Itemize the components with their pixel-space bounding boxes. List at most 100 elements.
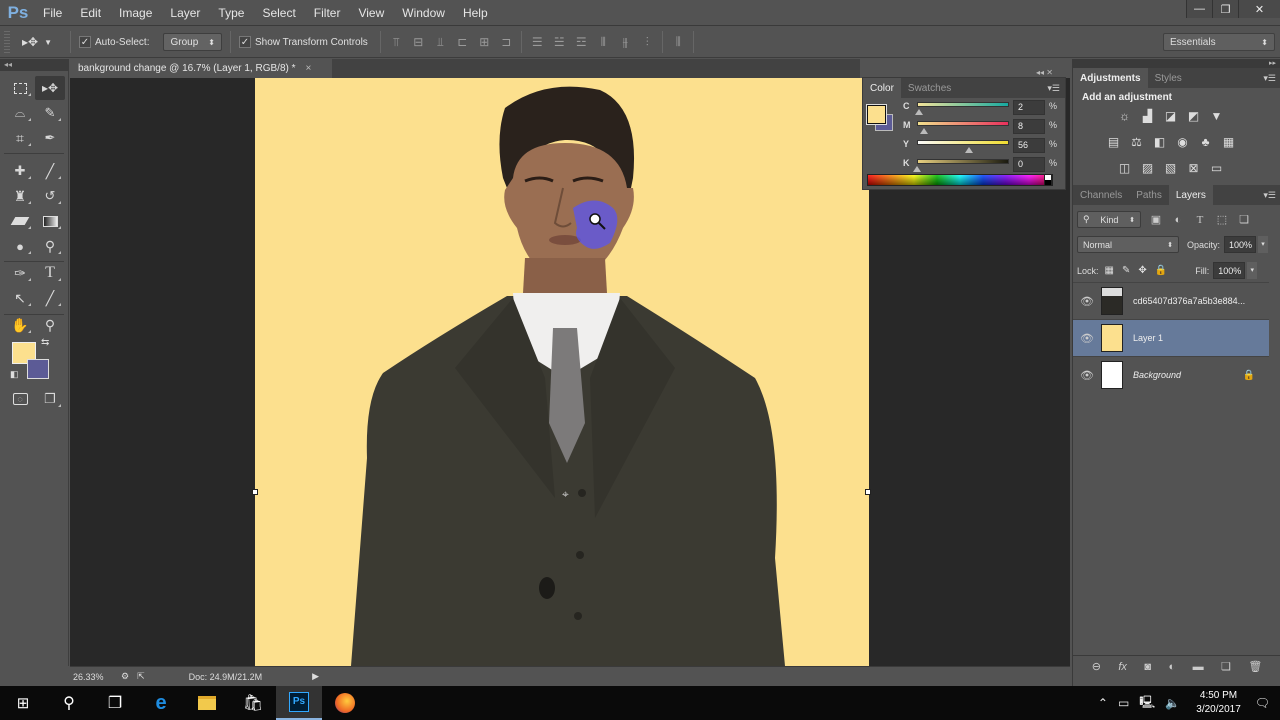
gradient-map-icon[interactable]: ▭ xyxy=(1209,160,1224,175)
rectangular-marquee-tool[interactable] xyxy=(5,76,35,100)
menu-help[interactable]: Help xyxy=(454,6,497,20)
zoom-level[interactable]: 26.33% xyxy=(73,672,119,682)
dodge-tool[interactable]: ⚲ xyxy=(35,234,65,258)
panel-foreground-swatch[interactable] xyxy=(866,104,887,125)
opacity-input[interactable]: 100% xyxy=(1224,236,1257,253)
type-tool[interactable]: T xyxy=(35,261,65,285)
status-menu-arrow[interactable]: ▶ xyxy=(312,671,319,682)
close-button[interactable]: ✕ xyxy=(1238,0,1280,18)
menu-file[interactable]: File xyxy=(34,6,71,20)
channel-slider-track[interactable] xyxy=(917,102,1009,107)
tools-panel-collapse[interactable]: ◂◂ xyxy=(0,59,69,71)
posterize-icon[interactable]: ▨ xyxy=(1140,160,1155,175)
black-white-picker[interactable] xyxy=(1044,174,1052,186)
line-tool[interactable]: ╱ xyxy=(35,286,65,310)
quick-mask-button[interactable]: ◌ xyxy=(5,387,35,411)
levels-icon[interactable]: ▟ xyxy=(1140,108,1155,123)
history-brush-tool[interactable]: ↺ xyxy=(35,184,65,208)
visibility-eye-icon[interactable]: 👁 xyxy=(1073,369,1101,382)
show-hidden-icons[interactable]: ⌃ xyxy=(1098,696,1108,710)
distribute-left-icon[interactable]: ⫴ xyxy=(596,35,610,49)
clone-stamp-tool[interactable]: ♜ xyxy=(5,184,35,208)
lock-transparent-icon[interactable]: ▦ xyxy=(1105,265,1114,276)
color-lookup-icon[interactable]: ▦ xyxy=(1221,134,1236,149)
channel-slider-thumb[interactable] xyxy=(920,128,929,134)
tool-preset-picker[interactable]: ▸✥ ▼ xyxy=(22,35,62,49)
layer-row[interactable]: 👁 Layer 1 xyxy=(1073,319,1269,356)
mask-icon[interactable]: ◙ xyxy=(1144,661,1151,673)
auto-select-mode-dropdown[interactable]: Group ⬍ xyxy=(163,33,222,51)
black-white-icon[interactable]: ◧ xyxy=(1152,134,1167,149)
blend-mode-dropdown[interactable]: Normal ⬍ xyxy=(1077,236,1179,253)
menu-layer[interactable]: Layer xyxy=(161,6,209,20)
channel-slider-track[interactable] xyxy=(917,140,1009,145)
lock-image-icon[interactable]: ✎ xyxy=(1122,265,1130,276)
tab-channels[interactable]: Channels xyxy=(1073,185,1129,205)
crop-tool[interactable]: ⌗ xyxy=(5,126,35,150)
align-top-edges-icon[interactable]: ⫪ xyxy=(389,35,403,49)
status-options-icon[interactable]: ⚙ xyxy=(121,671,129,682)
filter-adjustment-icon[interactable]: ◐ xyxy=(1171,213,1185,227)
photo-filter-icon[interactable]: ◉ xyxy=(1175,134,1190,149)
panel-menu-icon[interactable]: ▾☰ xyxy=(1047,78,1065,98)
channel-value-input[interactable]: 2 xyxy=(1013,100,1045,115)
expand-dock-icon[interactable]: ▸▸ xyxy=(1073,59,1280,68)
store-button[interactable]: 🛍 xyxy=(230,686,276,720)
clock[interactable]: 4:50 PM 3/20/2017 xyxy=(1196,689,1241,717)
layer-row[interactable]: 👁 Background 🔒 xyxy=(1073,356,1269,393)
new-layer-icon[interactable]: ❏ xyxy=(1221,660,1231,673)
lasso-tool[interactable]: ⌓ xyxy=(5,101,35,125)
align-bottom-edges-icon[interactable]: ⫫ xyxy=(433,35,447,49)
battery-icon[interactable]: ▭ xyxy=(1118,696,1129,710)
filter-type-icon[interactable]: T xyxy=(1193,213,1207,227)
menu-window[interactable]: Window xyxy=(393,6,454,20)
blur-tool[interactable]: ● xyxy=(5,234,35,258)
brush-tool[interactable]: ╱ xyxy=(35,159,65,183)
color-spectrum-bar[interactable] xyxy=(867,174,1053,186)
channel-slider-track[interactable] xyxy=(917,121,1009,126)
filter-shape-icon[interactable]: ⬚ xyxy=(1215,213,1229,227)
opacity-dropdown-arrow[interactable]: ▾ xyxy=(1258,236,1269,253)
default-colors-icon[interactable]: ◧ xyxy=(10,369,19,380)
firefox-button[interactable] xyxy=(322,686,368,720)
action-center-icon[interactable]: 🗨 xyxy=(1255,696,1270,710)
filter-smart-object-icon[interactable]: ❏ xyxy=(1237,213,1251,227)
align-right-edges-icon[interactable]: ⊐ xyxy=(499,35,513,49)
screen-mode-button[interactable]: ❐ xyxy=(35,387,65,411)
transform-handle-right[interactable] xyxy=(865,489,871,495)
align-horizontal-centers-icon[interactable]: ⊞ xyxy=(477,35,491,49)
pen-tool[interactable]: ✑ xyxy=(5,261,35,285)
auto-align-layers-icon[interactable]: ⫼ xyxy=(671,36,685,48)
search-button[interactable]: ⚲ xyxy=(46,686,92,720)
tab-adjustments[interactable]: Adjustments xyxy=(1073,68,1148,88)
channel-value-input[interactable]: 8 xyxy=(1013,119,1045,134)
filter-pixel-icon[interactable]: ▣ xyxy=(1149,213,1163,227)
eyedropper-tool[interactable]: ✒ xyxy=(35,126,65,150)
eraser-tool[interactable] xyxy=(5,209,35,233)
trash-icon[interactable]: 🗑 xyxy=(1248,660,1262,673)
filter-kind-dropdown[interactable]: ⚲ Kind ⬍ xyxy=(1077,211,1141,228)
spot-healing-tool[interactable]: ✚ xyxy=(5,159,35,183)
visibility-eye-icon[interactable]: 👁 xyxy=(1073,295,1101,308)
adjustment-layer-icon[interactable]: ◐ xyxy=(1168,661,1175,673)
gradient-tool[interactable] xyxy=(35,209,65,233)
exposure-icon[interactable]: ◩ xyxy=(1186,108,1201,123)
volume-icon[interactable]: 🔈 xyxy=(1165,696,1180,710)
swap-colors-icon[interactable]: ⇆ xyxy=(41,337,49,348)
lock-all-icon[interactable]: 🔒 xyxy=(1155,265,1167,276)
tab-layers[interactable]: Layers xyxy=(1168,185,1213,205)
align-left-edges-icon[interactable]: ⊏ xyxy=(455,35,469,49)
zoom-tool[interactable]: ⚲ xyxy=(35,313,65,337)
invert-icon[interactable]: ◫ xyxy=(1117,160,1132,175)
transform-handle-left[interactable] xyxy=(252,489,258,495)
tab-styles[interactable]: Styles xyxy=(1148,68,1189,88)
close-document-icon[interactable]: × xyxy=(306,63,312,74)
distribute-vertical-centers-icon[interactable]: ☱ xyxy=(552,35,566,49)
layer-row[interactable]: 👁 cd65407d376a7a5b3e884... xyxy=(1073,282,1269,319)
link-icon[interactable]: ⊖ xyxy=(1092,660,1101,673)
move-tool[interactable]: ▸✥ xyxy=(35,76,65,100)
minimize-button[interactable]: — xyxy=(1186,0,1212,18)
options-bar-grip[interactable] xyxy=(4,31,10,53)
menu-type[interactable]: Type xyxy=(209,6,253,20)
channel-mixer-icon[interactable]: ♣ xyxy=(1198,134,1213,149)
